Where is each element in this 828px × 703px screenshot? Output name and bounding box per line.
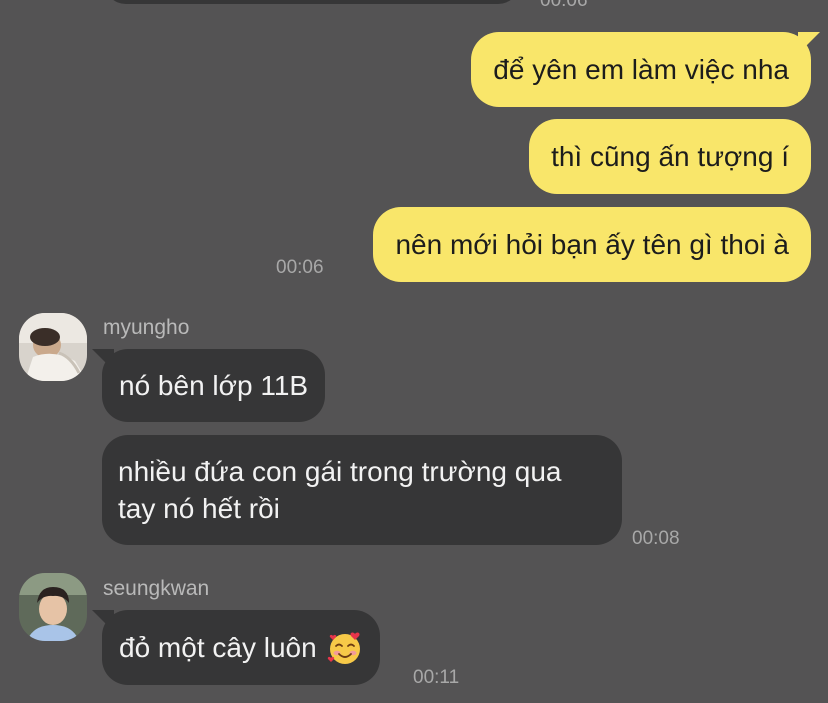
sender-name: myungho	[103, 316, 190, 339]
chat-thread: 00:06 để yên em làm việc nha thì cũng ấn…	[0, 0, 828, 703]
message-text: nên mới hỏi bạn ấy tên gì thoi à	[395, 228, 789, 260]
incoming-message[interactable]: đỏ một cây luôn	[92, 610, 380, 685]
message-text: nó bên lớp 11B	[119, 369, 309, 401]
message-text: đỏ một cây luôn	[119, 631, 317, 663]
message-text: nhiều đứa con gái trong trường qua tay n…	[118, 456, 562, 524]
partial-message-bubble[interactable]	[104, 0, 520, 4]
partial-message-timestamp: 00:06	[540, 0, 588, 11]
outgoing-message[interactable]: để yên em làm việc nha	[471, 32, 820, 107]
outgoing-message[interactable]: nên mới hỏi bạn ấy tên gì thoi à	[373, 207, 811, 282]
message-text: để yên em làm việc nha	[493, 53, 789, 85]
smiling-face-with-hearts-icon	[327, 632, 360, 664]
incoming-message[interactable]: nó bên lớp 11B	[91, 349, 326, 422]
avatar-seungkwan[interactable]	[19, 573, 87, 641]
message-timestamp: 00:08	[632, 528, 680, 549]
avatar-image	[19, 573, 87, 641]
message-text: thì cũng ấn tượng í	[551, 140, 789, 172]
incoming-message[interactable]: nhiều đứa con gái trong trường qua tay n…	[102, 435, 622, 545]
message-timestamp: 00:06	[276, 257, 324, 278]
outgoing-message[interactable]: thì cũng ấn tượng í	[529, 119, 811, 194]
avatar-myungho[interactable]	[19, 313, 87, 381]
sender-name: seungkwan	[103, 577, 210, 600]
avatar-image	[19, 313, 87, 381]
message-timestamp: 00:11	[413, 667, 460, 688]
